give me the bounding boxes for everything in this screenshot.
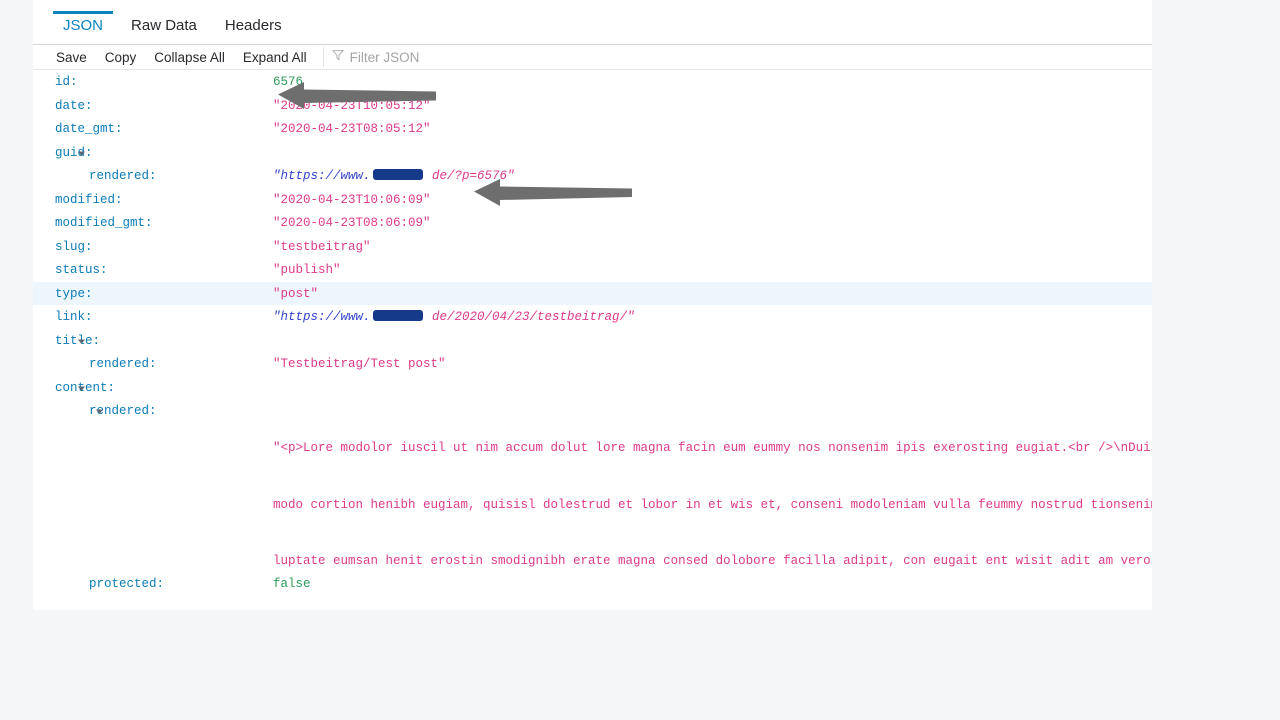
json-row-status[interactable]: status: "publish" [33, 258, 1152, 282]
expand-all-button[interactable]: Expand All [234, 45, 316, 70]
json-key-content: content: [55, 380, 116, 395]
json-row-content[interactable]: content: [33, 376, 1152, 400]
content-line: modo cortion henibh eugiam, quisisl dole… [273, 497, 1152, 512]
json-row-guid[interactable]: guid: [33, 141, 1152, 165]
json-key-type: type: [55, 286, 93, 301]
json-value-modified: "2020-04-23T10:06:09" [273, 192, 431, 207]
toolbar-divider [322, 47, 324, 67]
chevron-down-icon[interactable] [95, 407, 105, 417]
json-row-date-gmt[interactable]: date_gmt: "2020-04-23T08:05:12" [33, 117, 1152, 141]
json-value-protected: false [273, 577, 311, 591]
tab-json[interactable]: JSON [49, 0, 117, 45]
chevron-down-icon[interactable] [77, 384, 87, 394]
json-row-guid-rendered[interactable]: rendered: "https://www. de/?p=6576" [33, 164, 1152, 188]
content-line: lorpera sequat.<br />\nDuiscing euguerit… [273, 608, 1150, 609]
json-value-guid-suffix: de/?p=6576" [424, 169, 515, 183]
json-row-slug[interactable]: slug: "testbeitrag" [33, 235, 1152, 259]
json-key-modified-gmt: modified_gmt: [55, 216, 153, 230]
json-key-title-rendered: rendered: [89, 357, 157, 371]
json-key-guid-rendered: rendered: [89, 169, 157, 183]
tab-json-label: JSON [63, 16, 104, 34]
json-value-status: "publish" [273, 263, 341, 277]
redaction-box-link [372, 310, 423, 321]
json-row-title-rendered[interactable]: rendered: "Testbeitrag/Test post" [33, 352, 1152, 376]
redaction-box-guid [372, 169, 423, 180]
chevron-down-icon[interactable] [77, 337, 87, 347]
json-tree: id: 6576 date: "2020-04-23T10:05:12" dat… [33, 70, 1152, 609]
json-value-date-gmt: "2020-04-23T08:05:12" [273, 122, 431, 136]
json-key-link: link: [55, 310, 93, 324]
json-value-link-prefix: "https://www. [273, 310, 371, 324]
json-key-date-gmt: date_gmt: [55, 122, 123, 136]
json-value-title-rendered: "Testbeitrag/Test post" [273, 357, 446, 371]
copy-button[interactable]: Copy [96, 45, 146, 70]
devtools-tabbar: JSON Raw Data Headers [33, 0, 1152, 45]
tab-headers[interactable]: Headers [211, 0, 296, 45]
json-value-link-suffix: de/2020/04/23/testbeitrag/" [424, 310, 635, 324]
json-key-id: id: [55, 75, 78, 89]
filter-json-placeholder: Filter JSON [349, 49, 420, 65]
json-key-slug: slug: [55, 239, 93, 254]
devtools-toolbar: Save Copy Collapse All Expand All Filter… [33, 45, 1152, 70]
json-value-guid-rendered: "https://www. de/?p=6576" [273, 167, 515, 186]
json-row-date[interactable]: date: "2020-04-23T10:05:12" [33, 94, 1152, 118]
chevron-down-icon[interactable] [77, 149, 87, 159]
content-line: "<p>Lore modolor iuscil ut nim accum dol… [273, 441, 1152, 456]
json-value-modified-gmt: "2020-04-23T08:06:09" [273, 216, 431, 230]
json-row-content-rendered[interactable]: rendered: "<p>Lore modolor iuscil ut nim… [33, 399, 1152, 572]
json-row-modified-gmt[interactable]: modified_gmt: "2020-04-23T08:06:09" [33, 211, 1152, 235]
filter-json-input[interactable]: Filter JSON [328, 48, 420, 66]
json-row-type[interactable]: type: "post" [33, 281, 1152, 305]
json-row-link[interactable]: link: "https://www. de/2020/04/23/testbe… [33, 305, 1152, 329]
screenshot-root: JSON Raw Data Headers Save Copy Collapse… [0, 0, 1280, 720]
save-button[interactable]: Save [47, 45, 96, 70]
tab-headers-label: Headers [224, 16, 282, 34]
devtools-json-viewer-panel: JSON Raw Data Headers Save Copy Collapse… [33, 0, 1152, 610]
json-value-type: "post" [273, 286, 319, 301]
json-key-title: title: [55, 333, 101, 348]
json-value-guid-prefix: "https://www. [273, 169, 371, 183]
content-line: luptate eumsan henit erostin smodignibh … [273, 553, 1152, 568]
tab-raw-data[interactable]: Raw Data [117, 0, 211, 45]
json-key-modified: modified: [55, 192, 123, 207]
tab-raw-data-label: Raw Data [131, 16, 197, 34]
json-row-modified[interactable]: modified: "2020-04-23T10:06:09" [33, 188, 1152, 212]
json-key-protected: protected: [89, 577, 165, 591]
json-key-date: date: [55, 98, 93, 113]
json-key-status: status: [55, 263, 108, 277]
json-row-protected[interactable]: protected: false [33, 572, 1152, 596]
json-value-id: 6576 [273, 75, 304, 89]
json-row-id[interactable]: id: 6576 [33, 70, 1152, 94]
funnel-icon [331, 48, 344, 66]
collapse-all-button[interactable]: Collapse All [145, 45, 234, 70]
json-value-date: "2020-04-23T10:05:12" [273, 98, 431, 113]
json-value-slug: "testbeitrag" [273, 239, 371, 254]
json-value-link: "https://www. de/2020/04/23/testbeitrag/… [273, 308, 635, 327]
json-row-title[interactable]: title: [33, 329, 1152, 353]
